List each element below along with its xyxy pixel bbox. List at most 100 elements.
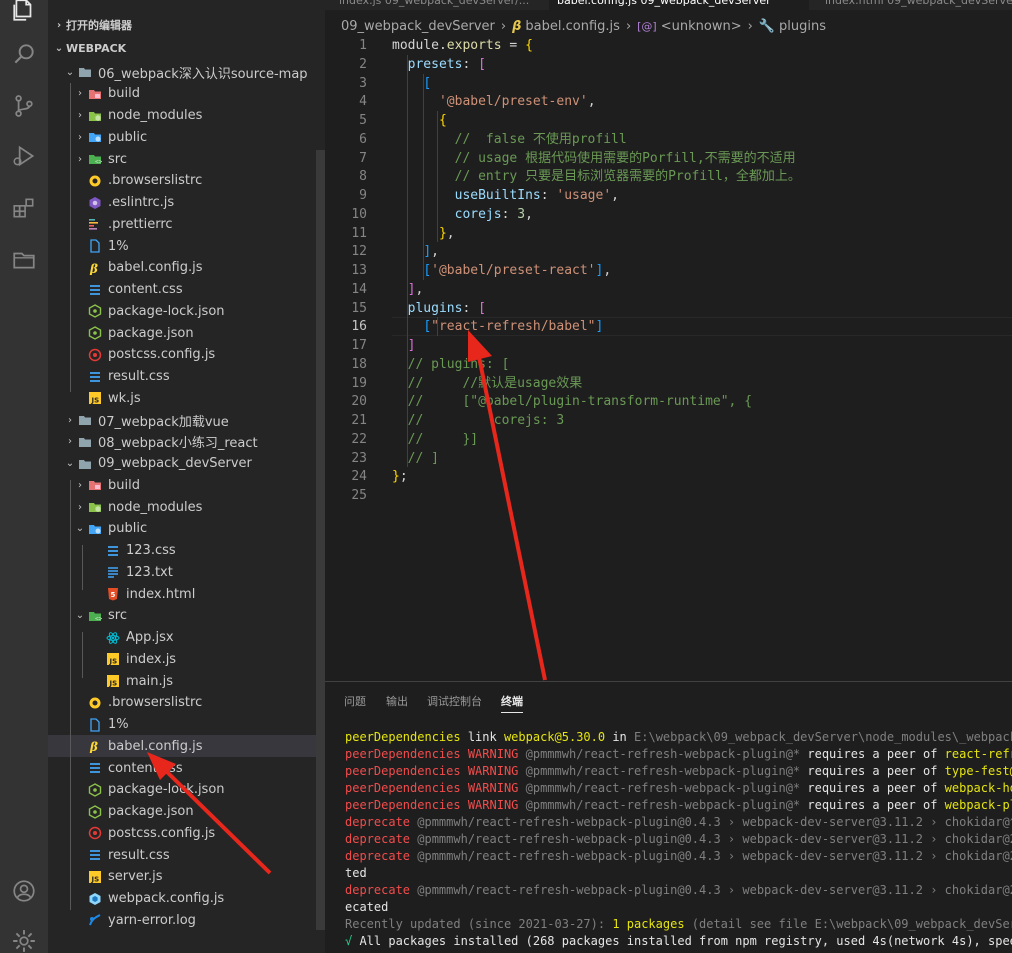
code-line[interactable]: module.exports = { xyxy=(392,36,533,55)
breadcrumb-symbol-unknown[interactable]: <unknown> xyxy=(661,19,742,34)
tree-file[interactable]: .eslintrc.js xyxy=(48,192,318,214)
tree-file[interactable]: postcss.config.js xyxy=(48,822,318,844)
tree-file[interactable]: result.css xyxy=(48,366,318,388)
tree-file[interactable]: JS main.js xyxy=(48,670,318,692)
code-line[interactable]: useBuiltIns: 'usage', xyxy=(392,186,619,205)
code-line[interactable]: // corejs: 3 xyxy=(392,411,565,430)
tab-index-js[interactable]: index.js 09_webpack_devServer/... xyxy=(339,0,529,10)
workspace-header[interactable]: ⌄ WEBPACK xyxy=(48,37,325,59)
tree-folder[interactable]: › <> src xyxy=(48,148,318,170)
chevron-right-icon[interactable]: › xyxy=(72,88,88,99)
code-line[interactable]: // plugins: [ xyxy=(392,355,510,374)
code-line[interactable]: corejs: 3, xyxy=(392,205,533,224)
tree-file[interactable]: JS wk.js xyxy=(48,387,318,409)
chevron-right-icon[interactable]: › xyxy=(72,132,88,143)
code-line[interactable]: // entry 只要是目标浏览器需要的Profill，全都加上。 xyxy=(392,167,801,186)
panel-tab[interactable]: 问题 xyxy=(344,693,366,713)
chevron-right-icon[interactable]: › xyxy=(72,154,88,165)
tree-folder[interactable]: › build xyxy=(48,83,318,105)
chevron-down-icon[interactable]: ⌄ xyxy=(62,458,78,469)
extensions-icon[interactable] xyxy=(8,192,40,224)
breadcrumb-file[interactable]: babel.config.js xyxy=(525,19,620,34)
chevron-right-icon[interactable]: › xyxy=(72,480,88,491)
run-debug-icon[interactable] xyxy=(8,140,40,172)
code-line[interactable]: // //默认是usage效果 xyxy=(392,374,583,393)
tree-file[interactable]: package-lock.json xyxy=(48,779,318,801)
tree-file[interactable]: 123.css xyxy=(48,540,318,562)
search-icon[interactable] xyxy=(8,38,40,70)
code-line[interactable]: // }] xyxy=(392,430,478,449)
settings-gear-icon[interactable] xyxy=(8,925,40,953)
code-line[interactable]: }, xyxy=(392,224,455,243)
tree-folder[interactable]: › 08_webpack小练习_react xyxy=(48,431,318,453)
tree-file[interactable]: 5 index.html xyxy=(48,583,318,605)
panel-tab[interactable]: 终端 xyxy=(501,693,523,713)
tree-file[interactable]: content.css xyxy=(48,279,318,301)
code-line[interactable]: '@babel/preset-env', xyxy=(392,92,596,111)
breadcrumb-symbol-plugins[interactable]: plugins xyxy=(779,19,826,34)
code-line[interactable]: ["react-refresh/babel"] xyxy=(392,317,603,336)
tree-file[interactable]: .prettierrc xyxy=(48,213,318,235)
account-icon[interactable] xyxy=(8,875,40,907)
code-line[interactable]: { xyxy=(392,111,447,130)
tree-file[interactable]: package-lock.json xyxy=(48,300,318,322)
code-line[interactable]: // false 不使用profill xyxy=(392,130,627,149)
tree-folder[interactable]: › 07_webpack加载vue xyxy=(48,409,318,431)
panel-tab[interactable]: 输出 xyxy=(386,693,408,713)
code-line[interactable]: ], xyxy=(392,242,439,261)
source-control-icon[interactable] xyxy=(8,90,40,122)
chevron-right-icon[interactable]: › xyxy=(72,502,88,513)
chevron-down-icon[interactable]: ⌄ xyxy=(72,610,88,621)
code-line[interactable]: [ xyxy=(392,74,431,93)
code-line[interactable]: // usage 根据代码使用需要的Porfill,不需要的不适用 xyxy=(392,149,796,168)
tree-file[interactable]: content.css xyxy=(48,757,318,779)
sidebar-scrollbar[interactable] xyxy=(316,150,325,930)
tree-file[interactable]: package.json xyxy=(48,322,318,344)
breadcrumb-folder[interactable]: 09_webpack_devServer xyxy=(341,19,495,34)
tree-file[interactable]: 1% xyxy=(48,714,318,736)
tree-file[interactable]: β babel.config.js xyxy=(48,735,318,758)
tree-folder[interactable]: ⌄ 06_webpack深入认识source-map xyxy=(48,61,318,83)
tree-file[interactable]: β babel.config.js xyxy=(48,257,318,279)
tree-folder[interactable]: ⌄ <> src xyxy=(48,605,318,627)
panel-tab[interactable]: 调试控制台 xyxy=(427,693,482,713)
tab-babel-config[interactable]: babel.config.js 09_webpack_devServer xyxy=(549,0,809,10)
code-line[interactable]: presets: [ xyxy=(392,55,486,74)
code-line[interactable]: // ] xyxy=(392,449,439,468)
tree-file[interactable]: 123.txt xyxy=(48,561,318,583)
tree-file[interactable]: 1% xyxy=(48,235,318,257)
tree-file[interactable]: JS server.js xyxy=(48,866,318,888)
postcss-icon xyxy=(88,826,102,840)
tree-file[interactable]: webpack.config.js xyxy=(48,888,318,910)
tree-folder[interactable]: ⌄ public xyxy=(48,518,318,540)
tree-file[interactable]: .browserslistrc xyxy=(48,170,318,192)
tree-file[interactable]: .browserslistrc xyxy=(48,692,318,714)
code-line[interactable]: ] xyxy=(392,336,416,355)
tree-file[interactable]: JS index.js xyxy=(48,648,318,670)
tree-folder[interactable]: ⌄ 09_webpack_devServer xyxy=(48,453,318,475)
code-line[interactable]: ], xyxy=(392,280,424,299)
tab-index-html[interactable]: index.html 09_webpack_devServer xyxy=(825,0,1012,10)
tree-folder[interactable]: › build xyxy=(48,474,318,496)
explorer-icon[interactable] xyxy=(8,0,40,26)
chevron-right-icon[interactable]: › xyxy=(62,436,78,447)
tree-file[interactable]: postcss.config.js xyxy=(48,344,318,366)
code-line[interactable]: }; xyxy=(392,467,408,486)
tree-folder[interactable]: › public xyxy=(48,126,318,148)
chevron-down-icon[interactable]: ⌄ xyxy=(62,67,78,78)
tree-file[interactable]: result.css xyxy=(48,844,318,866)
chevron-down-icon[interactable]: ⌄ xyxy=(72,523,88,534)
code-editor[interactable]: 1 module.exports = {2 presets: [3 [4 '@ba… xyxy=(325,36,1012,681)
tree-folder[interactable]: › node_modules xyxy=(48,105,318,127)
code-line[interactable]: // ["@babel/plugin-transform-runtime", { xyxy=(392,392,752,411)
tree-file[interactable]: yarn-error.log xyxy=(48,909,318,931)
tree-folder[interactable]: › node_modules xyxy=(48,496,318,518)
tree-file[interactable]: App.jsx xyxy=(48,627,318,649)
open-editors-header[interactable]: › 打开的编辑器 xyxy=(48,14,325,36)
folder-view-icon[interactable] xyxy=(8,244,40,276)
chevron-right-icon[interactable]: › xyxy=(72,110,88,121)
code-line[interactable]: plugins: [ xyxy=(392,299,486,318)
code-line[interactable]: ['@babel/preset-react'], xyxy=(392,261,611,280)
tree-file[interactable]: package.json xyxy=(48,801,318,823)
chevron-right-icon[interactable]: › xyxy=(62,415,78,426)
